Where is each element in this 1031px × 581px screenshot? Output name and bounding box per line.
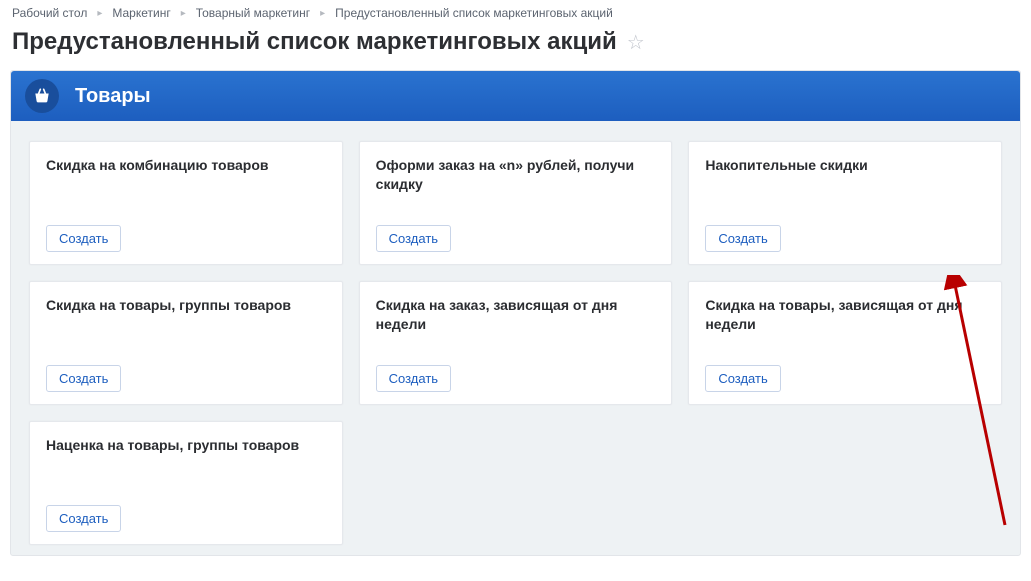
chevron-right-icon: ▸ (181, 8, 186, 19)
breadcrumb-link[interactable]: Предустановленный список маркетинговых а… (335, 6, 613, 20)
chevron-right-icon: ▸ (97, 8, 102, 19)
card-title: Скидка на заказ, зависящая от дня недели (376, 296, 656, 334)
card-title: Оформи заказ на «n» рублей, получи скидк… (376, 156, 656, 194)
create-button[interactable]: Создать (46, 365, 121, 392)
create-button[interactable]: Создать (376, 225, 451, 252)
promo-card: Скидка на комбинацию товаров Создать (29, 141, 343, 265)
promo-card: Скидка на товары, группы товаров Создать (29, 281, 343, 405)
create-button[interactable]: Создать (705, 225, 780, 252)
promo-card: Оформи заказ на «n» рублей, получи скидк… (359, 141, 673, 265)
panel-title: Товары (75, 85, 151, 108)
page-title: Предустановленный список маркетинговых а… (12, 28, 617, 56)
page-header: Предустановленный список маркетинговых а… (0, 20, 1031, 70)
chevron-right-icon: ▸ (320, 8, 325, 19)
card-title: Скидка на товары, группы товаров (46, 296, 326, 315)
card-title: Скидка на товары, зависящая от дня недел… (705, 296, 985, 334)
breadcrumb-link[interactable]: Маркетинг (112, 6, 170, 20)
panel-header: Товары (11, 71, 1020, 121)
star-icon[interactable]: ☆ (627, 30, 645, 55)
promo-card: Наценка на товары, группы товаров Создат… (29, 421, 343, 545)
breadcrumb-link[interactable]: Товарный маркетинг (196, 6, 310, 20)
card-title: Накопительные скидки (705, 156, 985, 175)
breadcrumb: Рабочий стол ▸ Маркетинг ▸ Товарный марк… (0, 0, 1031, 20)
create-button[interactable]: Создать (46, 505, 121, 532)
promo-card: Скидка на заказ, зависящая от дня недели… (359, 281, 673, 405)
breadcrumb-link[interactable]: Рабочий стол (12, 6, 87, 20)
create-button[interactable]: Создать (46, 225, 121, 252)
create-button[interactable]: Создать (705, 365, 780, 392)
card-title: Наценка на товары, группы товаров (46, 436, 326, 455)
promo-card: Накопительные скидки Создать (688, 141, 1002, 265)
card-title: Скидка на комбинацию товаров (46, 156, 326, 175)
goods-panel: Товары Скидка на комбинацию товаров Созд… (10, 70, 1021, 556)
promo-card: Скидка на товары, зависящая от дня недел… (688, 281, 1002, 405)
cards-grid: Скидка на комбинацию товаров Создать Офо… (11, 121, 1020, 555)
basket-icon (25, 79, 59, 113)
create-button[interactable]: Создать (376, 365, 451, 392)
